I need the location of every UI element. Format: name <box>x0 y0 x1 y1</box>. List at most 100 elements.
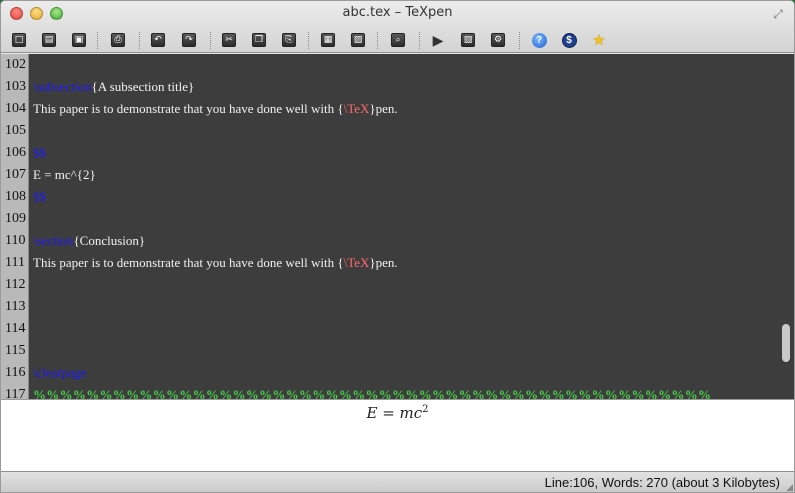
editor-line: 116 \clearpage <box>1 362 794 384</box>
cut-icon: ✂ <box>222 33 236 47</box>
print-button[interactable]: ⎙ <box>110 32 126 48</box>
formula-exponent: 2 <box>422 404 429 415</box>
editor-line: 113 <box>1 296 794 318</box>
favorite-icon: ★ <box>592 32 606 49</box>
toolbar-separator <box>139 32 140 49</box>
open-document-button[interactable]: ▤ <box>41 32 57 48</box>
editor-line: 117%%%%%%%%%%%%%%%%%%%%%%%%%%%%%%%%%%%%%… <box>1 384 794 399</box>
formula-lhs: E <box>366 404 378 422</box>
editor-line: 112 <box>1 274 794 296</box>
texpen-window: abc.tex – TeXpen ⤢ □ ▤ ▣ ⎙ ↶ ↷ ✂ ❐ ⎘ ▦ ▨ ⌕ ▶ ▧ ⚙? $ ★ 10… <box>0 0 795 493</box>
cut-button[interactable]: ✂ <box>221 32 237 48</box>
redo-button[interactable]: ↷ <box>181 32 197 48</box>
code-text: This paper is to demonstrate that you ha… <box>33 101 344 116</box>
line-code: %%%%%%%%%%%%%%%%%%%%%%%%%%%%%%%%%%%%%%%%… <box>33 384 711 399</box>
donate-button[interactable]: $ <box>561 32 577 48</box>
editor-line: 115 <box>1 340 794 362</box>
settings-button[interactable]: ⚙ <box>490 32 506 48</box>
line-number: 112 <box>5 277 26 292</box>
line-number: 109 <box>5 211 26 226</box>
editor-line: 110 \section{Conclusion} <box>1 230 794 252</box>
resize-grip-icon[interactable]: ◢ <box>786 482 793 492</box>
run-icon: ▶ <box>432 31 444 48</box>
line-number: 108 <box>5 189 26 204</box>
undo-button[interactable]: ↶ <box>150 32 166 48</box>
line-number: 103 <box>5 79 26 94</box>
line-code: \clearpage <box>33 362 86 384</box>
line-code: \section{Conclusion} <box>33 230 145 252</box>
insert-image-icon: ▨ <box>351 33 365 47</box>
editor-line: 103 \subsection{A subsection title} <box>1 76 794 98</box>
save-document-button[interactable]: ▣ <box>71 32 87 48</box>
editor-line: 111 This paper is to demonstrate that you… <box>1 252 794 274</box>
code-text: E = mc^{2} <box>33 167 96 182</box>
save-document-icon: ▣ <box>72 33 86 47</box>
new-document-button[interactable]: □ <box>11 32 27 48</box>
code-text: {A subsection title} <box>91 79 195 94</box>
latex-command: \subsection <box>33 79 92 94</box>
latex-command: $$ <box>33 145 46 160</box>
print-icon: ⎙ <box>111 33 125 47</box>
redo-icon: ↷ <box>182 33 196 47</box>
export-icon: ▧ <box>461 33 475 47</box>
toolbar-separator <box>97 32 98 49</box>
editor-scrollbar[interactable] <box>782 324 790 362</box>
line-number: 111 <box>5 255 25 270</box>
line-number: 116 <box>5 365 26 380</box>
toolbar: □ ▤ ▣ ⎙ ↶ ↷ ✂ ❐ ⎘ ▦ ▨ ⌕ ▶ ▧ ⚙? $ ★ <box>1 30 794 52</box>
latex-command: $$ <box>33 189 46 204</box>
code-text: }pen. <box>369 101 398 116</box>
formula-equals: = <box>377 404 400 422</box>
toolbar-separator <box>419 32 420 49</box>
latex-command: \clearpage <box>33 365 87 380</box>
line-number: 115 <box>5 343 26 358</box>
line-number: 107 <box>5 167 26 182</box>
insert-table-icon: ▦ <box>321 33 335 47</box>
line-number: 114 <box>5 321 26 336</box>
favorite-button[interactable]: ★ <box>591 32 607 49</box>
paste-button[interactable]: ⎘ <box>281 32 297 48</box>
copy-icon: ❐ <box>252 33 266 47</box>
window-title: abc.tex – TeXpen <box>342 5 453 20</box>
help-icon: ? <box>531 32 547 48</box>
code-text: This paper is to demonstrate that you ha… <box>33 255 344 270</box>
paste-icon: ⎘ <box>282 33 296 47</box>
find-button[interactable]: ⌕ <box>390 32 406 48</box>
line-code: $$ <box>33 186 46 208</box>
editor-line: 102 <box>1 54 794 76</box>
settings-icon: ⚙ <box>491 33 505 47</box>
run-button[interactable]: ▶ <box>430 32 446 48</box>
formula-preview: E = mc2 <box>1 399 794 471</box>
code-text: {Conclusion} <box>73 233 146 248</box>
find-icon: ⌕ <box>391 33 405 47</box>
fullscreen-icon[interactable]: ⤢ <box>771 7 785 21</box>
donate-icon: $ <box>561 32 577 48</box>
line-code: \subsection{A subsection title} <box>33 76 194 98</box>
copy-button[interactable]: ❐ <box>251 32 267 48</box>
line-number: 113 <box>5 299 26 314</box>
new-document-icon: □ <box>12 33 26 47</box>
source-editor[interactable]: 102 103 \subsection{A subsection title} 104… <box>1 54 794 399</box>
editor-line: 105 <box>1 120 794 142</box>
insert-image-button[interactable]: ▨ <box>350 32 366 48</box>
line-number: 102 <box>5 57 26 72</box>
line-number: 106 <box>5 145 26 160</box>
preview-formula: E = mc2 <box>1 404 794 422</box>
line-number: 110 <box>5 233 26 248</box>
editor-line: 109 <box>1 208 794 230</box>
editor-line: 108 $$ <box>1 186 794 208</box>
undo-icon: ↶ <box>151 33 165 47</box>
open-document-icon: ▤ <box>42 33 56 47</box>
status-text: Line:106, Words: 270 (about 3 Kilobytes) <box>544 475 780 490</box>
help-button[interactable]: ? <box>531 32 547 48</box>
toolbar-separator <box>308 32 309 49</box>
toolbar-separator <box>519 32 520 49</box>
insert-table-button[interactable]: ▦ <box>320 32 336 48</box>
formula-base: mc <box>399 404 423 422</box>
export-button[interactable]: ▧ <box>460 32 476 48</box>
line-code: This paper is to demonstrate that you ha… <box>33 252 398 274</box>
editor-line: 104 This paper is to demonstrate that you… <box>1 98 794 120</box>
line-number: 104 <box>5 101 26 116</box>
line-code: $$ <box>33 142 46 164</box>
toolbar-separator <box>377 32 378 49</box>
